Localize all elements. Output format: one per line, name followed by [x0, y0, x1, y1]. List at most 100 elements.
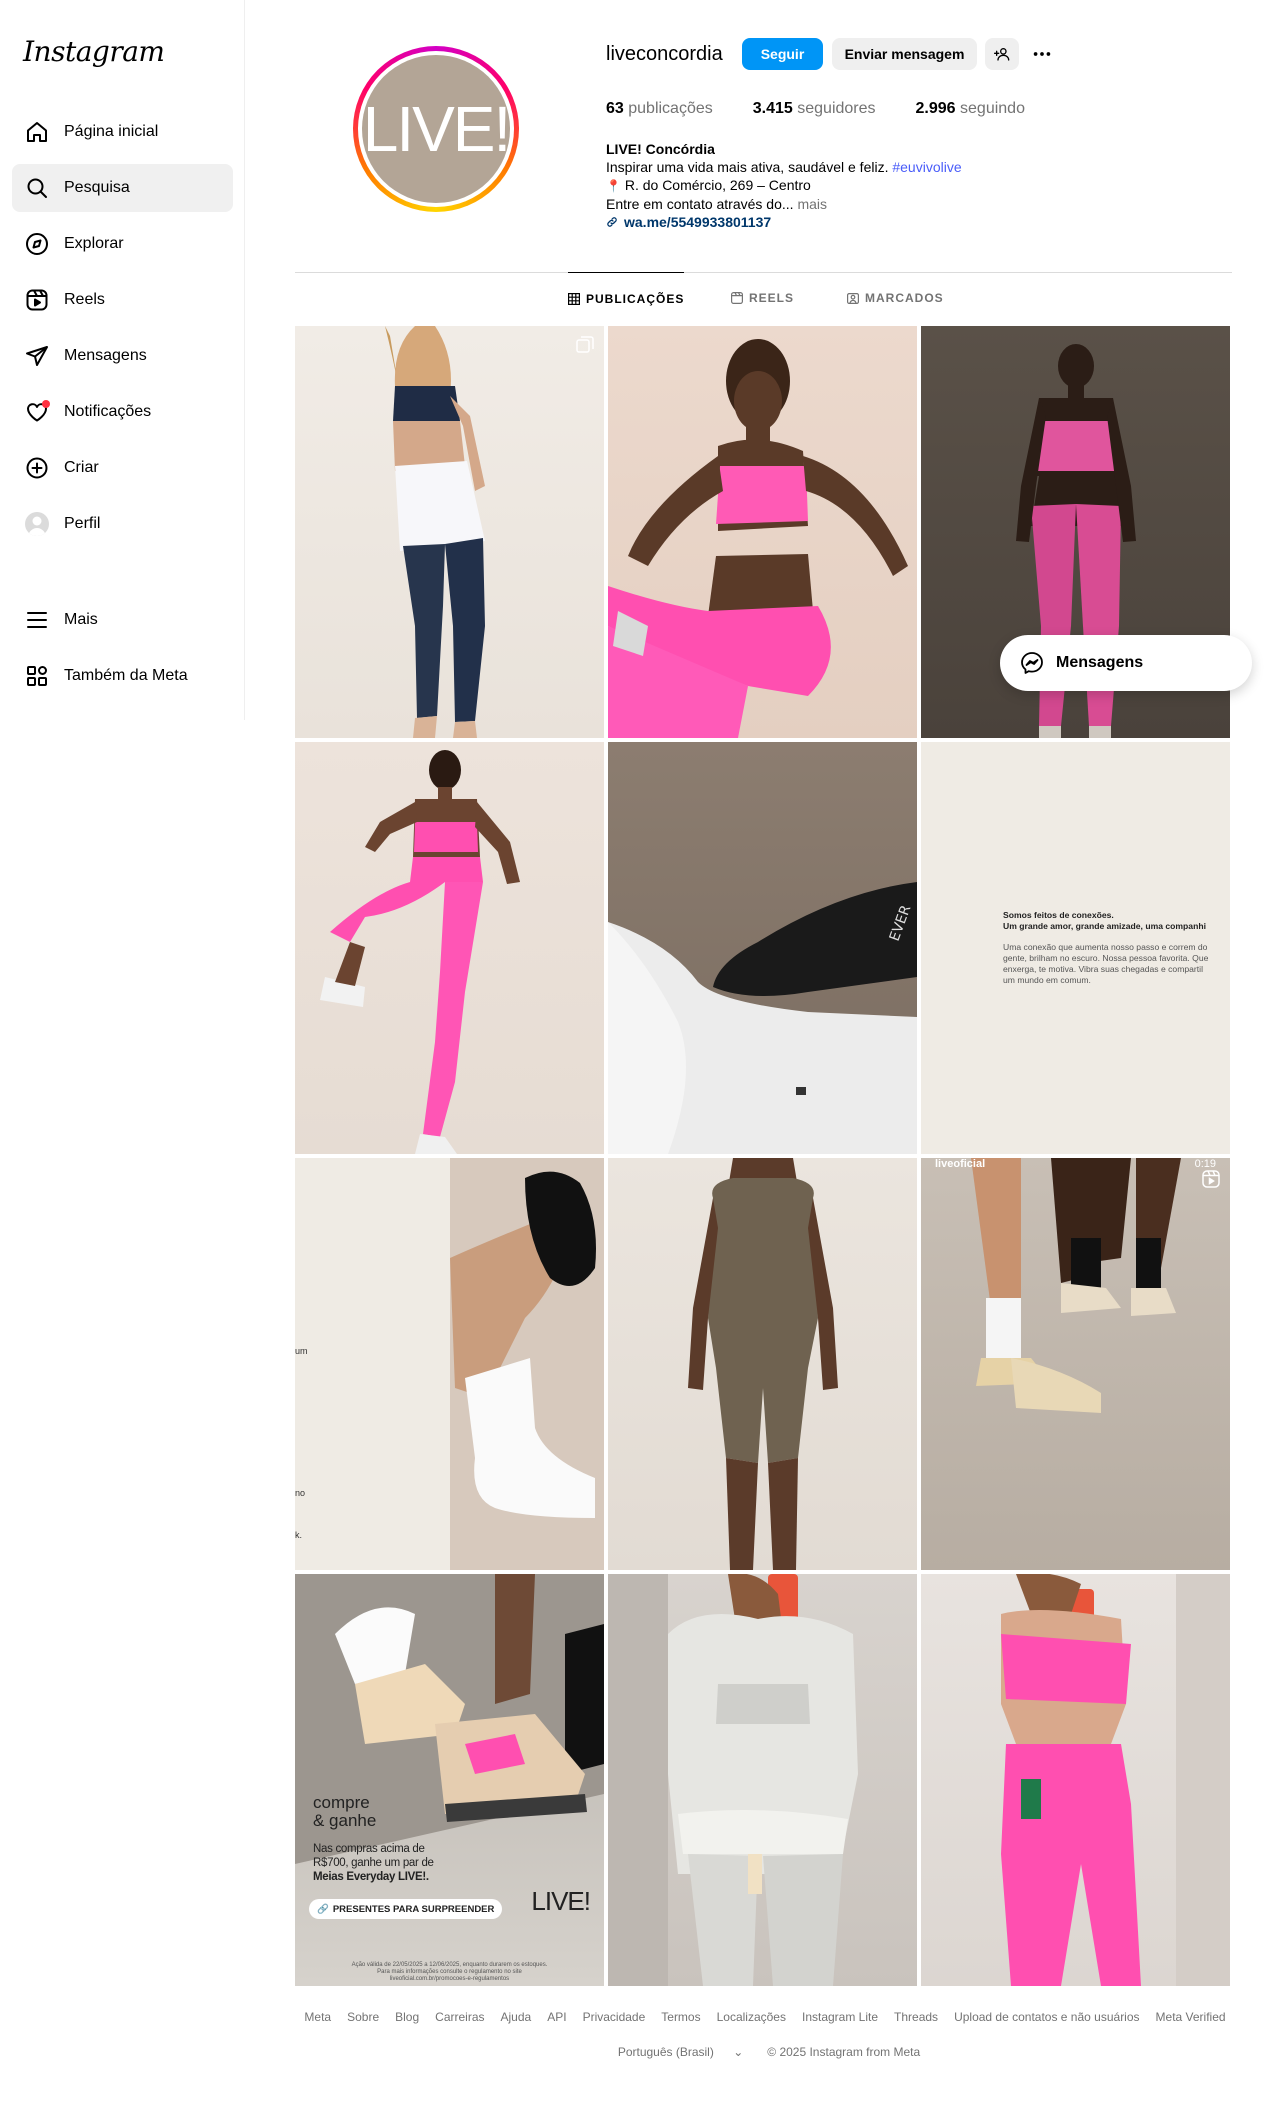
post-text: Um grande amor, grande amizade, uma comp… — [1003, 921, 1206, 931]
messenger-icon — [1021, 652, 1043, 674]
bio-line: Inspirar uma vida mais ativa, saudável e… — [606, 159, 889, 175]
instagram-logo[interactable]: Instagram — [23, 35, 165, 68]
sidebar-item-notifications[interactable]: Notificações — [12, 388, 233, 436]
carousel-icon — [576, 336, 594, 353]
footer-link[interactable]: Upload de contatos e não usuários — [954, 2010, 1139, 2024]
post-thumbnail[interactable]: Somos feitos de conexões. Um grande amor… — [921, 742, 1230, 1154]
avatar — [24, 511, 50, 537]
plus-square-icon — [24, 455, 50, 481]
more-options-icon — [1033, 52, 1051, 56]
home-icon — [24, 119, 50, 145]
heart-icon — [24, 399, 50, 425]
copyright: © 2025 Instagram from Meta — [767, 2045, 921, 2059]
bio-more-link[interactable]: mais — [797, 196, 827, 212]
post-photo — [295, 1574, 604, 1864]
post-thumbnail[interactable] — [295, 326, 604, 738]
sidebar-item-meta[interactable]: Também da Meta — [12, 652, 233, 700]
tab-reels[interactable]: REELS — [731, 272, 794, 324]
messages-icon — [24, 343, 50, 369]
suggest-people-button[interactable] — [985, 38, 1019, 70]
post-photo — [608, 339, 908, 738]
footer-link[interactable]: Ajuda — [501, 2010, 532, 2024]
followers-stat[interactable]: 3.415 seguidores — [753, 100, 876, 118]
tab-tagged[interactable]: MARCADOS — [847, 272, 944, 324]
profile-stats: 63 publicações 3.415 seguidores 2.996 se… — [606, 100, 1065, 118]
meta-apps-icon — [24, 663, 50, 689]
options-button[interactable] — [1027, 38, 1057, 70]
reel-icon — [1202, 1170, 1220, 1188]
sidebar-item-label: Pesquisa — [64, 179, 130, 196]
post-text: no — [295, 1488, 306, 1498]
ad-logo: LIVE! — [531, 1886, 591, 1916]
language-select[interactable]: Português (Brasil) ⌄ — [610, 2045, 751, 2059]
following-stat[interactable]: 2.996 seguindo — [916, 100, 1025, 118]
post-thumbnail[interactable] — [295, 742, 604, 1154]
sidebar-item-label: Criar — [64, 459, 99, 476]
sidebar-item-label: Reels — [64, 291, 105, 308]
add-person-icon — [994, 48, 1010, 61]
bio-website-link[interactable]: wa.me/5549933801137 — [624, 213, 771, 231]
sidebar-item-more[interactable]: Mais — [12, 596, 233, 644]
footer-link[interactable]: Localizações — [717, 2010, 786, 2024]
profile-avatar-ring[interactable]: LIVE! — [353, 46, 519, 212]
sidebar-item-messages[interactable]: Mensagens — [12, 332, 233, 380]
post-thumbnail[interactable] — [608, 1574, 917, 1986]
ad-body: Nas compras acima de R$700, ganhe um par… — [313, 1843, 434, 1883]
post-thumbnail[interactable] — [608, 326, 917, 738]
tab-posts[interactable]: PUBLICAÇÕES — [568, 272, 685, 324]
footer-link[interactable]: Carreiras — [435, 2010, 484, 2024]
post-thumbnail[interactable]: EVER — [608, 742, 917, 1154]
follow-button[interactable]: Seguir — [742, 38, 823, 70]
post-thumbnail[interactable]: um no k. — [295, 1158, 604, 1570]
post-text: enxerga, te motiva. Vibra suas chegadas … — [1003, 964, 1203, 974]
post-text: gente, brilham no escuro. Nossa pessoa f… — [1003, 953, 1209, 963]
ad-fine-print: Ação válida de 22/05/2025 a 12/06/2025, … — [351, 1962, 548, 1982]
bio-hashtag[interactable]: #euvivolive — [892, 159, 961, 175]
footer-links: Meta Sobre Blog Carreiras Ajuda API Priv… — [295, 2010, 1235, 2024]
footer-link[interactable]: Termos — [661, 2010, 700, 2024]
post-text: Uma conexão que aumenta nosso passo e co… — [1003, 942, 1208, 952]
post-thumbnail[interactable]: compre & ganhe Nas compras acima de R$70… — [295, 1574, 604, 1986]
sidebar-item-search[interactable]: Pesquisa — [12, 164, 233, 212]
post-photo — [971, 1158, 1181, 1413]
post-photo — [320, 750, 520, 1154]
reel-username: liveoficial — [935, 1158, 986, 1170]
footer-link[interactable]: Meta Verified — [1156, 2010, 1226, 2024]
post-thumbnail[interactable]: liveoficial 0:19 — [921, 1158, 1230, 1570]
sidebar-item-label: Página inicial — [64, 123, 159, 140]
bio-name: LIVE! Concórdia — [606, 141, 715, 157]
sidebar-item-label: Perfil — [64, 515, 101, 532]
reels-icon — [731, 292, 743, 304]
post-photo — [688, 1158, 838, 1570]
tagged-icon — [847, 293, 859, 304]
sidebar-item-home[interactable]: Página inicial — [12, 108, 233, 156]
sidebar-item-label: Mais — [64, 611, 98, 628]
profile-username: liveconcordia — [606, 43, 723, 65]
footer-link[interactable]: API — [547, 2010, 566, 2024]
posts-grid: EVER Somos feitos de conexões. Um grande… — [295, 326, 1230, 1986]
footer-link[interactable]: Meta — [304, 2010, 331, 2024]
post-text: k. — [295, 1530, 303, 1540]
link-icon: 🔗 — [317, 1903, 329, 1915]
post-thumbnail[interactable] — [608, 1158, 917, 1570]
sidebar-nav: Página inicial Pesquisa Explorar Reels M… — [12, 108, 233, 708]
sidebar-item-explore[interactable]: Explorar — [12, 220, 233, 268]
sidebar-item-profile[interactable]: Perfil — [12, 500, 233, 548]
post-thumbnail[interactable] — [921, 1574, 1230, 1986]
footer-link[interactable]: Privacidade — [583, 2010, 646, 2024]
post-text: um — [295, 1346, 308, 1356]
reel-duration: 0:19 — [1194, 1158, 1216, 1170]
sidebar-item-reels[interactable]: Reels — [12, 276, 233, 324]
send-message-button[interactable]: Enviar mensagem — [832, 38, 977, 70]
reels-icon — [24, 287, 50, 313]
chevron-down-icon: ⌄ — [733, 2045, 744, 2059]
sidebar-item-create[interactable]: Criar — [12, 444, 233, 492]
ad-cta-button[interactable]: 🔗 PRESENTES PARA SURPREENDER — [309, 1899, 503, 1919]
footer-link[interactable]: Sobre — [347, 2010, 379, 2024]
messenger-button[interactable]: Mensagens — [1000, 635, 1252, 691]
footer-link[interactable]: Instagram Lite — [802, 2010, 878, 2024]
sidebar-item-label: Notificações — [64, 403, 152, 420]
footer-link[interactable]: Threads — [894, 2010, 938, 2024]
profile-avatar: LIVE! — [362, 55, 511, 203]
footer-link[interactable]: Blog — [395, 2010, 419, 2024]
